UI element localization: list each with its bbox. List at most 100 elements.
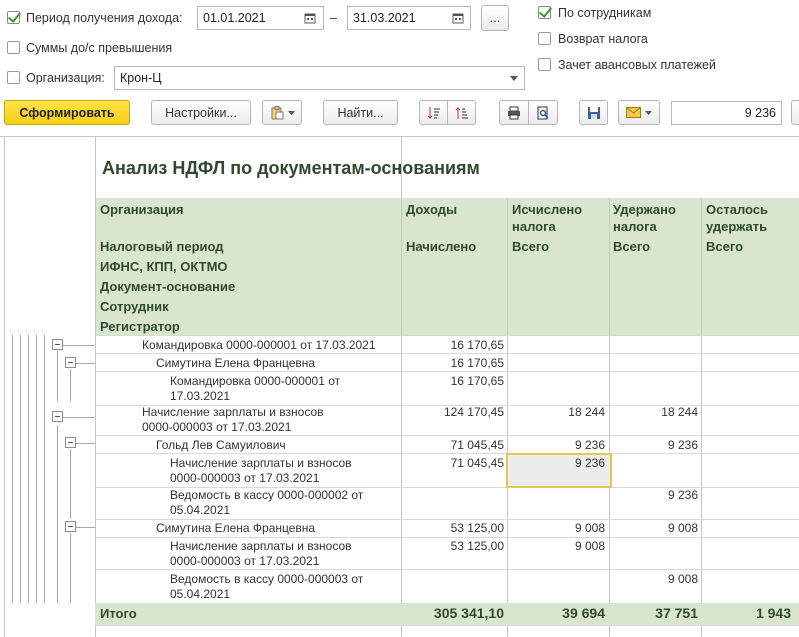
row-calc: 9 008 xyxy=(574,539,605,553)
sum-field: 9 236 xyxy=(671,101,782,125)
org-label: Организация: xyxy=(26,71,105,85)
settings-button[interactable]: Настройки... xyxy=(151,100,251,125)
advance-label: Зачет авансовых платежей xyxy=(558,58,716,72)
header-org: Организация xyxy=(100,202,184,217)
header-left-2: удержать xyxy=(706,219,768,234)
sort-asc-icon xyxy=(455,106,468,119)
row-withheld: 18 244 xyxy=(661,405,698,419)
sums-label: Суммы до/с превышения xyxy=(26,41,173,55)
print-button[interactable] xyxy=(499,100,529,125)
org-checkbox[interactable] xyxy=(7,71,20,84)
row-income: 16 170,65 xyxy=(450,338,504,352)
row-withheld: 9 236 xyxy=(667,438,698,452)
chevron-down-icon xyxy=(509,75,518,81)
preview-button[interactable] xyxy=(528,100,558,125)
report-title: Анализ НДФЛ по документам-основаниям xyxy=(102,158,480,178)
header-withheld-2: налога xyxy=(613,219,657,234)
sums-checkbox[interactable] xyxy=(7,41,20,54)
row-label-2: 05.04.2021 xyxy=(170,503,231,517)
header-calc-total: Всего xyxy=(512,239,550,254)
row-income: 53 125,00 xyxy=(450,521,504,535)
send-email-button[interactable] xyxy=(618,100,660,125)
totals-label: Итого xyxy=(100,606,137,621)
find-button[interactable]: Найти... xyxy=(323,100,398,125)
collapse-toggle[interactable] xyxy=(65,357,76,368)
header-left-1: Осталось xyxy=(706,202,769,217)
collapse-toggle[interactable] xyxy=(65,521,76,532)
sort-desc-icon xyxy=(427,106,440,119)
clipboard-icon xyxy=(271,105,283,119)
collapse-toggle[interactable] xyxy=(65,437,76,448)
save-button[interactable] xyxy=(579,100,608,125)
row-label-2: 0000-000003 от 17.03.2021 xyxy=(170,554,320,568)
row-income: 16 170,65 xyxy=(450,356,504,370)
sort-asc-button[interactable] xyxy=(447,100,476,125)
row-calc: 18 244 xyxy=(568,405,605,419)
row-label-2: 17.03.2021 xyxy=(170,389,231,403)
row-calc: 9 236 xyxy=(574,438,605,452)
header-withheld-1: Удержано xyxy=(613,202,676,217)
org-dropdown-button[interactable] xyxy=(503,66,525,90)
calendar-icon xyxy=(304,13,316,24)
header-withheld-total: Всего xyxy=(613,239,651,254)
row-label: Симутина Елена Францевна xyxy=(156,521,316,535)
collapse-toggle[interactable] xyxy=(52,411,63,422)
header-left-total: Всего xyxy=(706,239,744,254)
totals-income: 305 341,10 xyxy=(433,605,504,621)
calendar-icon xyxy=(452,13,464,24)
row-calc: 9 236 xyxy=(574,456,605,470)
header-income: Доходы xyxy=(406,202,458,217)
chevron-down-icon xyxy=(645,110,652,115)
row-income: 16 170,65 xyxy=(450,374,504,388)
row-calc: 9 008 xyxy=(574,521,605,535)
advance-checkbox[interactable] xyxy=(538,58,551,71)
by-employees-checkbox[interactable] xyxy=(538,6,551,19)
row-label: Начисление зарплаты и взносов xyxy=(170,539,352,553)
report-area: Анализ НДФЛ по документам-основаниям Орг… xyxy=(0,136,799,637)
period-label: Период получения дохода: xyxy=(26,11,183,25)
totals-withheld: 37 751 xyxy=(655,605,698,621)
date-from-calendar-button[interactable] xyxy=(297,6,324,30)
row-income: 53 125,00 xyxy=(450,539,504,553)
date-from-input[interactable]: 01.01.2021 xyxy=(197,6,298,30)
variants-button[interactable] xyxy=(262,100,302,125)
date-to-calendar-button[interactable] xyxy=(446,6,471,30)
period-select-button[interactable]: ... xyxy=(481,5,509,31)
totals-left: 1 943 xyxy=(755,605,791,621)
row-label: Гольд Лев Самуилович xyxy=(156,438,286,452)
envelope-icon xyxy=(626,107,641,118)
header-accrued: Начислено xyxy=(406,239,477,254)
period-checkbox[interactable] xyxy=(7,11,20,24)
date-dash: – xyxy=(330,11,337,25)
chevron-down-icon xyxy=(287,110,295,115)
row-income: 71 045,45 xyxy=(450,438,504,452)
floppy-icon xyxy=(587,106,600,119)
date-to-input[interactable]: 31.03.2021 xyxy=(347,6,447,30)
generate-button[interactable]: Сформировать xyxy=(4,100,130,125)
header-employee: Сотрудник xyxy=(100,299,169,314)
row-label: Командировка 0000-000001 от 17.03.2021 xyxy=(142,338,376,352)
row-label: Ведомость в кассу 0000-000003 от xyxy=(170,572,364,586)
row-label-2: 0000-000003 от 17.03.2021 xyxy=(142,420,292,434)
row-label: Симутина Елена Францевна xyxy=(156,356,316,370)
header-registrar: Регистратор xyxy=(100,319,180,334)
row-income: 71 045,45 xyxy=(450,456,504,470)
printer-icon xyxy=(508,106,520,119)
row-withheld: 9 236 xyxy=(667,488,698,502)
tax-return-checkbox[interactable] xyxy=(538,32,551,45)
sort-desc-button[interactable] xyxy=(419,100,448,125)
row-label-2: 05.04.2021 xyxy=(170,587,231,601)
header-tax-period: Налоговый период xyxy=(100,239,224,254)
row-withheld: 9 008 xyxy=(667,521,698,535)
toolbar-more-button[interactable] xyxy=(791,100,799,125)
org-input[interactable]: Крон-Ц xyxy=(114,66,504,90)
row-label: Начисление зарплаты и взносов xyxy=(142,405,324,419)
header-ifns: ИФНС, КПП, ОКТМО xyxy=(100,259,228,274)
header-doc-basis: Документ-основание xyxy=(100,279,236,294)
totals-calc: 39 694 xyxy=(562,605,605,621)
row-label: Ведомость в кассу 0000-000002 от xyxy=(170,488,364,502)
row-label: Командировка 0000-000001 от xyxy=(170,374,341,388)
header-calc-1: Исчислено xyxy=(512,202,583,217)
collapse-toggle[interactable] xyxy=(52,339,63,350)
row-label: Начисление зарплаты и взносов xyxy=(170,456,352,470)
